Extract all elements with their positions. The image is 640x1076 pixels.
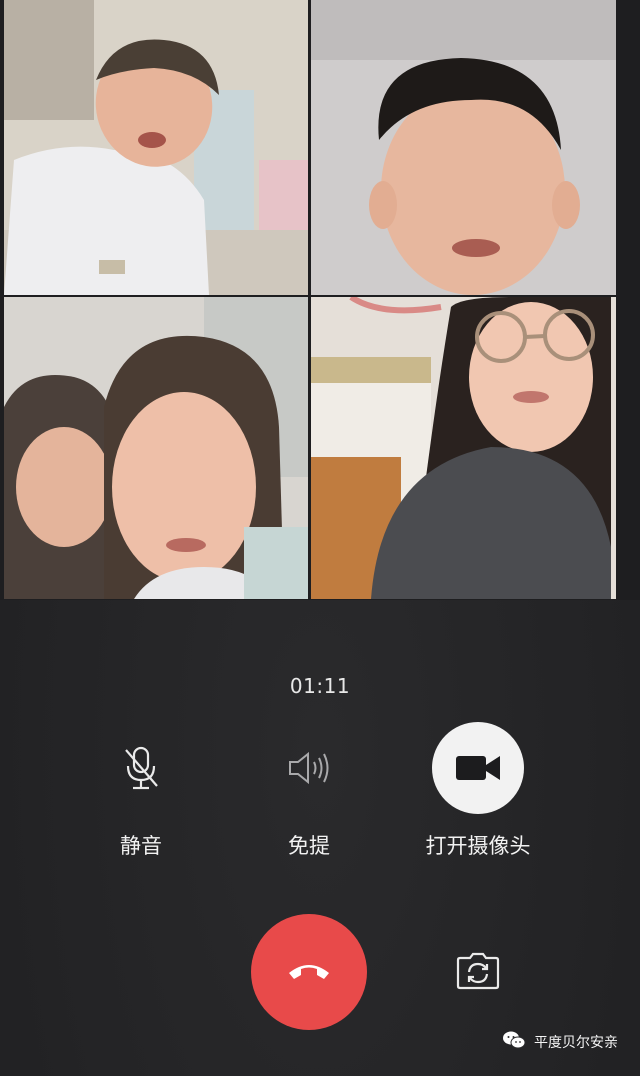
call-timer: 01:11 xyxy=(289,674,351,698)
speaker-button[interactable]: 免提 xyxy=(234,722,384,860)
watermark-text: 平度贝尔安亲 xyxy=(534,1035,618,1051)
video-camera-icon xyxy=(432,722,524,814)
participant-video-2[interactable] xyxy=(311,0,616,295)
speaker-label: 免提 xyxy=(288,834,330,858)
wechat-icon xyxy=(502,1030,526,1054)
participant-video-1[interactable] xyxy=(4,0,308,295)
video-grid xyxy=(0,0,640,600)
open-camera-button[interactable]: 打开摄像头 xyxy=(403,722,553,860)
phone-hangup-icon xyxy=(286,959,332,985)
microphone-muted-icon xyxy=(95,722,187,814)
mute-label: 静音 xyxy=(120,834,162,858)
camera-label: 打开摄像头 xyxy=(425,834,531,858)
speaker-icon xyxy=(263,722,355,814)
participant-video-3[interactable] xyxy=(4,297,308,599)
participant-video-4[interactable] xyxy=(311,297,616,599)
video-call-screen: 01:11 静音 免提 打开摄像头 平度贝尔安亲 xyxy=(0,0,640,1076)
switch-camera-button[interactable] xyxy=(452,950,504,996)
watermark: 平度贝尔安亲 xyxy=(502,1030,618,1054)
hangup-button[interactable] xyxy=(251,914,367,1030)
switch-camera-icon xyxy=(456,952,500,994)
mute-button[interactable]: 静音 xyxy=(66,722,216,860)
